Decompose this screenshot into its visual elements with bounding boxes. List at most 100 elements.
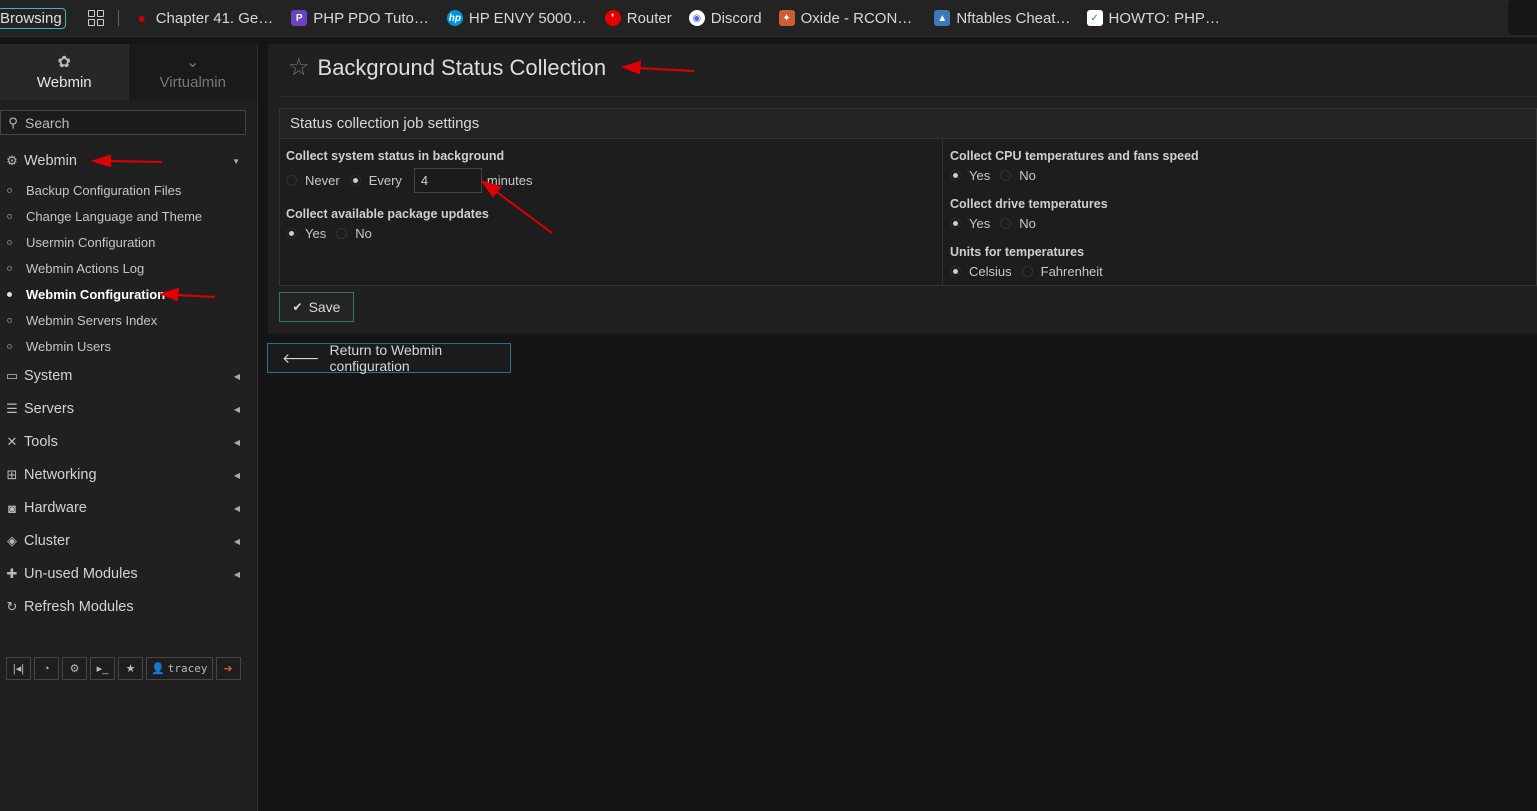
tab-webmin[interactable]: ✿ Webmin	[0, 44, 129, 100]
bookmark-item[interactable]: ▲ Nftables Cheat…	[934, 10, 1071, 27]
caret-left-icon: ◀	[233, 437, 240, 447]
bookmark-item[interactable]: hp HP ENVY 5000…	[446, 10, 587, 27]
star-icon[interactable]: ☆	[288, 53, 310, 82]
dashboard-icon[interactable]: ◔	[34, 657, 59, 680]
bookmark-item[interactable]: ❜ Router	[604, 10, 672, 27]
sidebar-item-servers-index[interactable]: Webmin Servers Index	[0, 307, 258, 333]
sidebar-category-tools[interactable]: ✕ Tools ◀	[0, 427, 258, 457]
star-icon[interactable]: ★	[118, 657, 143, 680]
radio-button[interactable]	[1021, 266, 1033, 277]
refresh-icon: ↻	[6, 599, 18, 614]
linux-icon: ▲	[934, 10, 951, 26]
collect-status-radios: Never Every minutes	[286, 168, 532, 193]
radio-button[interactable]	[336, 228, 348, 239]
caret-down-icon: ▼	[232, 156, 240, 166]
tab-virtualmin[interactable]: ⌄ Virtualmin	[128, 44, 257, 100]
category-label: Webmin	[24, 153, 77, 169]
virtualmin-icon: ⌄	[186, 53, 200, 71]
webmin-icon: ✿	[57, 53, 71, 71]
radio-cpu-no[interactable]: No	[1000, 168, 1036, 183]
sidebar-item-users[interactable]: Webmin Users	[0, 333, 258, 359]
vodafone-icon: ❜	[604, 10, 621, 26]
radio-drive-yes[interactable]: Yes	[950, 216, 990, 231]
sidebar-tabs: ✿ Webmin ⌄ Virtualmin	[0, 44, 257, 100]
sidebar-refresh-modules[interactable]: ↻ Refresh Modules	[0, 592, 258, 622]
bookmark-item[interactable]: ◉ Discord	[688, 10, 762, 27]
sidebar-category-hardware[interactable]: ◙ Hardware ◀	[0, 493, 258, 523]
radio-every-button[interactable]	[349, 175, 361, 186]
bookmark-item[interactable]: ✓ HOWTO: PHP…	[1086, 10, 1220, 27]
radio-button[interactable]	[286, 228, 297, 239]
check-icon: ✓	[1086, 10, 1103, 26]
radio-every[interactable]: Every	[349, 173, 402, 188]
caret-left-icon: ◀	[233, 470, 240, 480]
sidebar-category-servers[interactable]: ☰ Servers ◀	[0, 394, 258, 424]
return-button[interactable]: 🡐 Return to Webmin configuration	[267, 342, 511, 374]
sidebar-item-webmin-config[interactable]: Webmin Configuration	[0, 281, 258, 307]
terminal-icon[interactable]: ▸_	[90, 657, 115, 680]
radio-fahrenheit[interactable]: Fahrenheit	[1021, 264, 1103, 279]
server-icon: ☰	[6, 401, 18, 416]
radio-never-button[interactable]	[286, 175, 297, 186]
caret-left-icon: ◀	[233, 536, 240, 546]
radio-cpu-yes[interactable]: Yes	[950, 168, 990, 183]
column-divider	[942, 139, 943, 285]
sidebar-item-language[interactable]: Change Language and Theme	[0, 203, 258, 229]
puzzle-icon: ✚	[6, 566, 18, 581]
radio-button[interactable]	[1000, 170, 1012, 181]
sidebar-item-usermin[interactable]: Usermin Configuration	[0, 229, 258, 255]
radio-button[interactable]	[950, 266, 961, 277]
tools-icon: ✕	[6, 434, 18, 449]
radio-button[interactable]	[950, 170, 961, 181]
bullet-icon	[7, 213, 12, 219]
collect-status-field: Collect system status in background Neve…	[286, 149, 532, 193]
bookmark-item[interactable]: P PHP PDO Tuto…	[291, 10, 429, 27]
search-input[interactable]: ⚲ Search	[0, 110, 246, 135]
laptop-icon: ▭	[5, 368, 19, 383]
redhat-icon: ●	[137, 10, 146, 26]
temp-units-field: Units for temperatures Celsius Fahrenhei…	[950, 245, 1103, 279]
hardware-icon: ◙	[8, 500, 16, 516]
panel-title: Status collection job settings	[280, 109, 1536, 139]
radio-button[interactable]	[1000, 218, 1012, 229]
bullet-icon	[7, 317, 12, 323]
radio-never[interactable]: Never	[286, 173, 340, 188]
settings-panel: Status collection job settings Collect s…	[279, 108, 1537, 286]
radio-button[interactable]	[950, 218, 961, 229]
sidebar-category-unused[interactable]: ✚ Un-used Modules ◀	[0, 559, 258, 589]
apps-grid-icon[interactable]	[87, 10, 104, 26]
collect-updates-field: Collect available package updates Yes No	[286, 207, 489, 241]
sidebar-category-webmin[interactable]: ⚙ Webmin ▼	[0, 146, 258, 176]
logout-icon[interactable]: ➜	[215, 657, 241, 680]
bookmark-item[interactable]: ● Chapter 41. Ge…	[134, 10, 273, 27]
gear-icon[interactable]: ⚙	[62, 657, 87, 680]
drive-temps-field: Collect drive temperatures Yes No	[950, 197, 1108, 231]
user-button[interactable]: 👤 tracey	[146, 657, 213, 680]
tab-label: Virtualmin	[159, 73, 226, 91]
radio-drive-no[interactable]: No	[1000, 216, 1036, 231]
bullet-icon	[7, 187, 12, 193]
sidebar-item-backup[interactable]: Backup Configuration Files	[0, 177, 258, 203]
cpu-temps-field: Collect CPU temperatures and fans speed …	[950, 149, 1199, 183]
network-icon: ⊞	[6, 467, 18, 482]
page-title: ☆ Background Status Collection	[288, 53, 607, 82]
collapse-icon[interactable]: |◂|	[6, 657, 31, 680]
browsing-badge[interactable]: Browsing	[0, 7, 66, 29]
panel-body: Collect system status in background Neve…	[280, 139, 1536, 285]
bullet-icon	[7, 291, 12, 297]
interval-minutes-input[interactable]	[413, 168, 482, 193]
radio-celsius[interactable]: Celsius	[950, 264, 1012, 279]
check-circle-icon: ✔	[292, 300, 303, 314]
sidebar-category-system[interactable]: ▭ System ◀	[0, 361, 258, 391]
sidebar-category-networking[interactable]: ⊞ Networking ◀	[0, 460, 258, 490]
bookmark-item[interactable]: ✦ Oxide - RCON…	[778, 10, 912, 27]
sidebar-item-actions-log[interactable]: Webmin Actions Log	[0, 255, 258, 281]
radio-updates-yes[interactable]: Yes	[286, 226, 326, 241]
oxide-icon: ✦	[778, 10, 795, 26]
discord-icon: ◉	[688, 10, 705, 26]
sidebar-category-cluster[interactable]: ◈ Cluster ◀	[0, 526, 258, 556]
search-placeholder: Search	[25, 114, 70, 131]
save-button[interactable]: ✔ Save	[279, 292, 354, 322]
bookmarks-bar: Browsing ● Chapter 41. Ge… P PHP PDO Tuto……	[0, 0, 1537, 37]
radio-updates-no[interactable]: No	[336, 226, 372, 241]
